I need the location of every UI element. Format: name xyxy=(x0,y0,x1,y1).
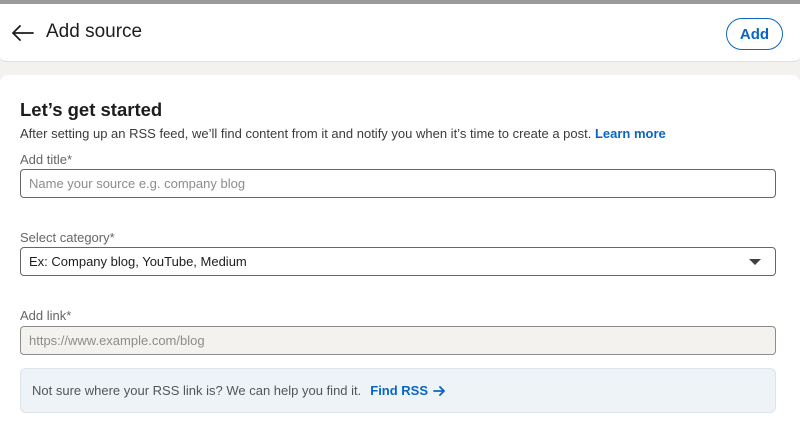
arrow-right-icon xyxy=(433,385,445,396)
back-button[interactable] xyxy=(10,20,36,46)
arrow-left-icon xyxy=(12,25,34,41)
form-description: After setting up an RSS feed, we’ll find… xyxy=(20,126,666,141)
category-select[interactable]: Ex: Company blog, YouTube, Medium xyxy=(20,247,776,276)
find-rss-link[interactable]: Find RSS xyxy=(370,383,446,398)
add-button[interactable]: Add xyxy=(726,18,783,50)
title-field-label: Add title* xyxy=(20,152,73,167)
page-title: Add source xyxy=(46,21,143,42)
page-header: Add source Add xyxy=(0,4,800,62)
find-rss-hint: Not sure where your RSS link is? We can … xyxy=(20,368,776,413)
caret-down-icon xyxy=(749,258,761,265)
find-rss-label: Find RSS xyxy=(370,383,429,398)
learn-more-link[interactable]: Learn more xyxy=(595,126,666,141)
form-description-text: After setting up an RSS feed, we’ll find… xyxy=(20,126,592,141)
title-input-placeholder: Name your source e.g. company blog xyxy=(29,176,246,191)
link-input[interactable]: https://www.example.com/blog xyxy=(20,326,776,355)
hint-text: Not sure where your RSS link is? We can … xyxy=(32,383,362,398)
title-input[interactable]: Name your source e.g. company blog xyxy=(20,169,776,198)
link-field-label: Add link* xyxy=(20,308,72,323)
add-source-form: Let’s get started After setting up an RS… xyxy=(0,75,800,435)
link-input-placeholder: https://www.example.com/blog xyxy=(29,333,205,348)
form-title: Let’s get started xyxy=(20,99,163,120)
category-field-label: Select category* xyxy=(20,230,115,245)
category-selected-value: Ex: Company blog, YouTube, Medium xyxy=(29,254,247,269)
